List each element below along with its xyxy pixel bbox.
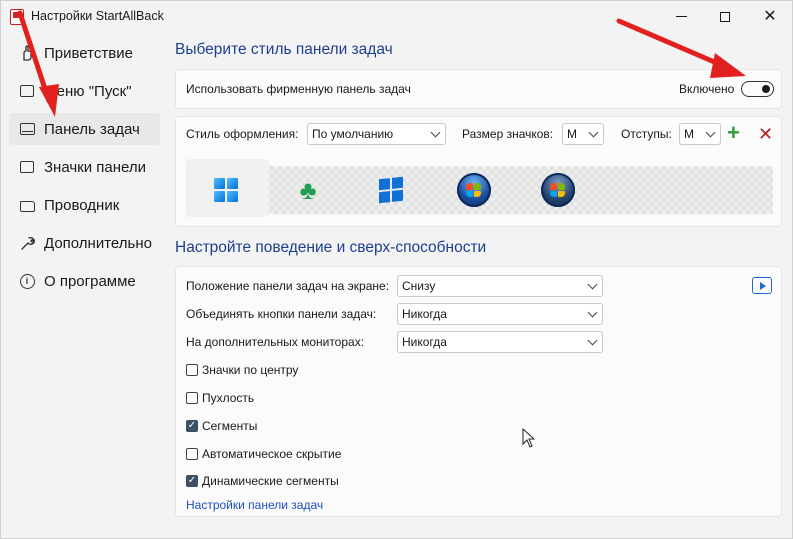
checkbox-label: Значки по центру [202, 363, 299, 377]
toggle-knob [762, 84, 770, 93]
padding-value: M [684, 127, 694, 141]
chevron-down-icon [430, 127, 441, 138]
windows-vista-orb-icon [541, 173, 575, 207]
checkbox-box[interactable] [186, 448, 198, 460]
maximize-button[interactable] [702, 1, 748, 32]
use-taskbar-card: Использовать фирменную панель задач Вклю… [175, 69, 782, 109]
checkbox-label: Пухлость [202, 391, 255, 405]
style-select[interactable]: По умолчанию [307, 123, 446, 145]
icon-size-select[interactable]: M [562, 123, 604, 145]
checkbox-box[interactable]: ✓ [186, 420, 198, 432]
window-title: Настройки StartAllBack [31, 9, 164, 23]
use-taskbar-label: Использовать фирменную панель задач [186, 82, 411, 96]
behavior-section-title: Настройте поведение и сверх-способности [175, 239, 487, 256]
windows-10-logo-icon [379, 176, 403, 204]
checkbox-autohide[interactable]: Автоматическое скрытие [186, 447, 341, 461]
settings-window: Настройки StartAllBack ✕ Приветствие Мен… [0, 0, 793, 539]
sidebar-item-explorer[interactable]: Проводник [9, 189, 160, 221]
checkbox-label: Автоматическое скрытие [202, 447, 342, 461]
style-card: Стиль оформления: По умолчанию Размер зн… [175, 116, 782, 227]
sidebar-item-label: Дополнительно [44, 234, 152, 252]
sidebar-item-welcome[interactable]: Приветствие [9, 37, 160, 69]
chevron-down-icon [705, 127, 716, 138]
sidebar-item-label: Приветствие [44, 44, 133, 62]
monitors-select[interactable]: Никогда [397, 331, 603, 353]
preset-windows-10[interactable] [371, 170, 411, 210]
start-menu-icon [19, 83, 35, 99]
clover-icon: ♣ [299, 175, 317, 205]
chevron-down-icon [587, 307, 598, 318]
video-help-button[interactable] [752, 277, 772, 294]
checkbox-dynamic-segments[interactable]: ✓ Динамические сегменты [186, 474, 339, 488]
icon-size-value: M [567, 127, 577, 141]
combine-label: Объединять кнопки панели задач: [186, 307, 377, 321]
welcome-icon [19, 45, 35, 61]
checkbox-box[interactable] [186, 392, 198, 404]
sidebar-item-label: Меню "Пуск" [44, 82, 132, 100]
position-select[interactable]: Снизу [397, 275, 603, 297]
icon-size-label: Размер значков: [462, 127, 554, 141]
style-select-value: По умолчанию [312, 127, 394, 141]
remove-style-button[interactable]: ✕ [758, 124, 773, 144]
checkbox-box[interactable] [186, 364, 198, 376]
sidebar-item-about[interactable]: i О программе [9, 265, 160, 297]
windows-11-logo-icon [214, 178, 238, 202]
sidebar-item-label: Проводник [44, 196, 120, 214]
add-style-button[interactable]: + [727, 122, 740, 144]
combine-select[interactable]: Никогда [397, 303, 603, 325]
sidebar-item-tray-icons[interactable]: Значки панели [9, 151, 160, 183]
sidebar-item-label: Значки панели [44, 158, 147, 176]
wrench-icon [19, 235, 35, 251]
close-icon: ✕ [763, 7, 777, 25]
sidebar: Приветствие Меню "Пуск" Панель задач Зна… [1, 33, 163, 538]
position-value: Снизу [402, 279, 436, 293]
app-icon [10, 9, 24, 25]
padding-label: Отступы: [621, 127, 672, 141]
minimize-icon [675, 16, 687, 17]
checkbox-center-icons[interactable]: Значки по центру [186, 363, 298, 377]
minimize-button[interactable] [658, 1, 704, 32]
sidebar-item-taskbar[interactable]: Панель задач [9, 113, 160, 145]
style-section-title: Выберите стиль панели задач [175, 41, 393, 58]
checkbox-label: Динамические сегменты [202, 474, 339, 488]
preset-windows-11[interactable] [206, 170, 246, 210]
tray-icons-icon [19, 159, 35, 175]
close-button[interactable]: ✕ [747, 1, 793, 32]
behavior-card: Положение панели задач на экране: Снизу … [175, 266, 782, 517]
checkbox-puffiness[interactable]: Пухлость [186, 391, 254, 405]
preset-windows-7[interactable] [454, 170, 494, 210]
play-icon [760, 281, 766, 290]
preset-clover[interactable]: ♣ [288, 170, 328, 210]
use-taskbar-toggle[interactable] [741, 81, 774, 97]
sidebar-item-start-menu[interactable]: Меню "Пуск" [9, 75, 160, 107]
checkbox-box[interactable]: ✓ [186, 475, 198, 487]
maximize-icon [720, 11, 730, 22]
sidebar-item-advanced[interactable]: Дополнительно [9, 227, 160, 259]
toggle-state-label: Включено [679, 82, 735, 96]
chevron-down-icon [587, 335, 598, 346]
position-label: Положение панели задач на экране: [186, 279, 390, 293]
sidebar-item-label: Панель задач [44, 120, 140, 138]
checkbox-label: Сегменты [202, 419, 258, 433]
title-bar: Настройки StartAllBack ✕ [1, 1, 792, 33]
taskbar-icon [19, 121, 35, 137]
sidebar-item-label: О программе [44, 272, 136, 290]
mouse-cursor-icon [522, 428, 536, 448]
info-icon: i [19, 273, 35, 289]
padding-select[interactable]: M [679, 123, 721, 145]
folder-icon [19, 197, 35, 213]
preset-windows-vista[interactable] [538, 170, 578, 210]
chevron-down-icon [587, 279, 598, 290]
combine-value: Никогда [402, 307, 447, 321]
taskbar-settings-link[interactable]: Настройки панели задач [186, 498, 323, 512]
checkbox-segments[interactable]: ✓ Сегменты [186, 419, 257, 433]
style-label: Стиль оформления: [186, 127, 299, 141]
windows-7-orb-icon [457, 173, 491, 207]
monitors-label: На дополнительных мониторах: [186, 335, 365, 349]
monitors-value: Никогда [402, 335, 447, 349]
chevron-down-icon [588, 127, 599, 138]
